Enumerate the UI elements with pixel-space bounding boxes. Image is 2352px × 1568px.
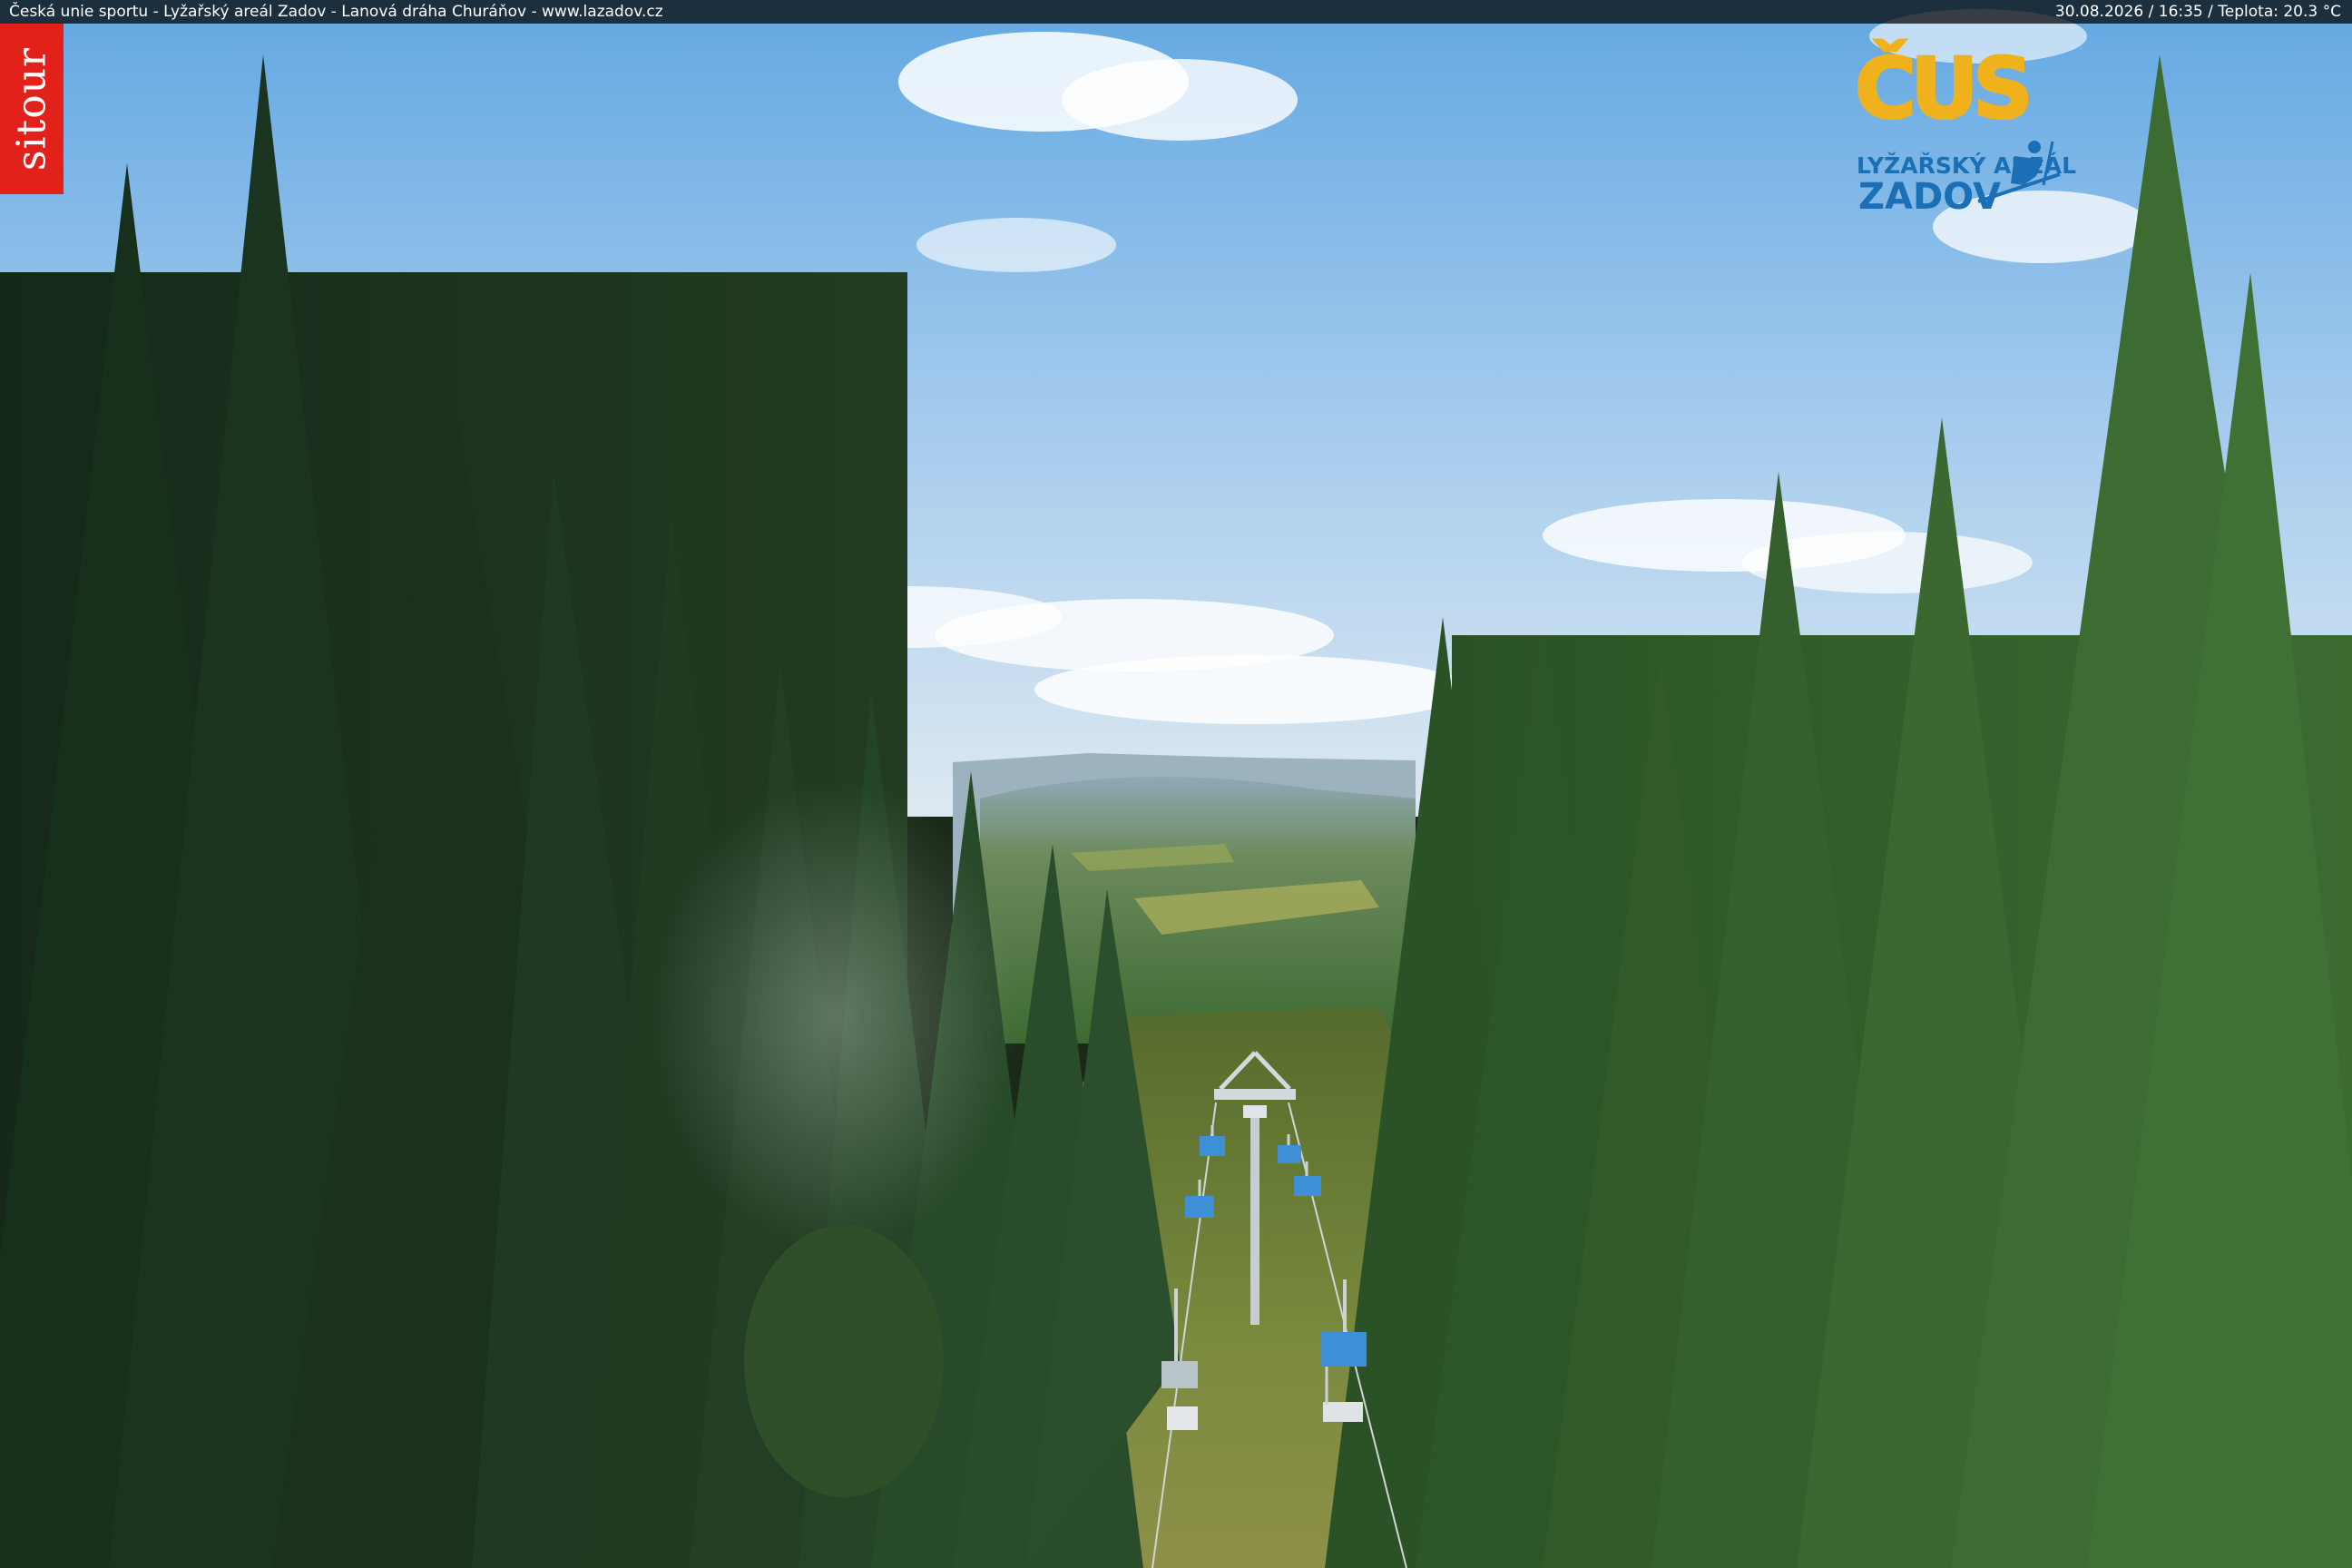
timestamp-temperature: 30.08.2026 / 16:35 / Teplota: 20.3 °C	[2054, 3, 2341, 21]
camera-caption: Česká unie sportu - Lyžařský areál Zadov…	[9, 3, 663, 21]
zadov-logo: ČUS LYŽAŘSKÝ AREÁL ZADOV	[1842, 39, 2076, 221]
bush	[744, 1225, 944, 1497]
caption-bar: Česká unie sportu - Lyžařský areál Zadov…	[0, 0, 2352, 24]
webcam-scene	[0, 0, 2352, 1568]
webcam-frame: Česká unie sportu - Lyžařský areál Zadov…	[0, 0, 2352, 1568]
lens-glare	[653, 780, 1016, 1252]
skier-icon	[1977, 141, 2061, 203]
sitour-logo: sitour	[0, 24, 64, 194]
sitour-logo-text: sitour	[8, 46, 55, 172]
